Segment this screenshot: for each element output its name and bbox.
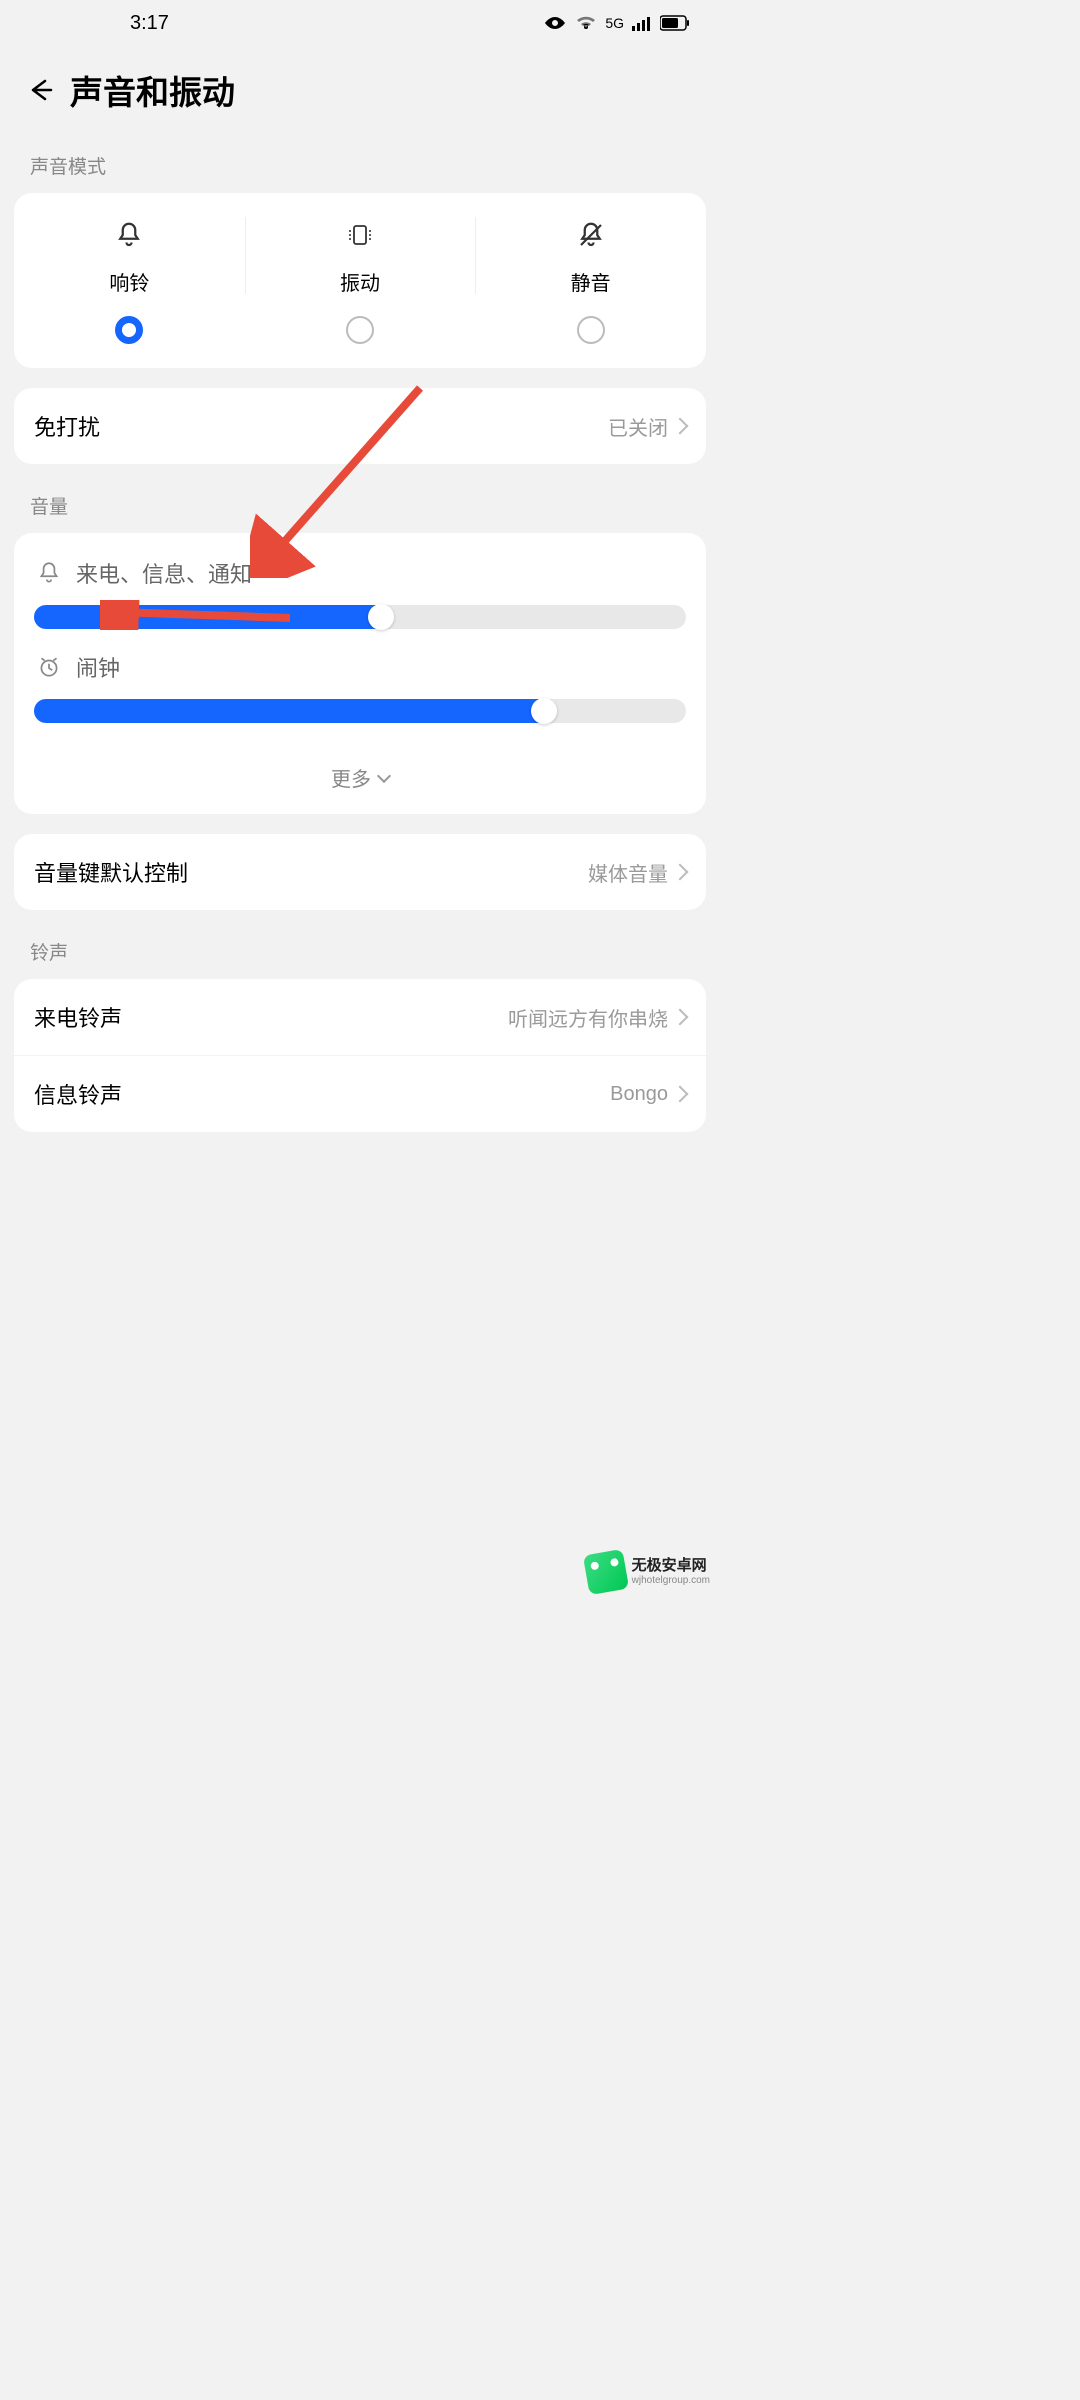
mode-mute[interactable]: 静音 xyxy=(475,217,706,344)
battery-icon xyxy=(660,15,690,31)
sound-mode-card: 响铃 振动 静音 xyxy=(14,193,706,368)
volume-key-value-wrap: 媒体音量 xyxy=(588,858,686,887)
dnd-row[interactable]: 免打扰 已关闭 xyxy=(14,388,706,464)
dnd-card: 免打扰 已关闭 xyxy=(14,388,706,464)
more-label: 更多 xyxy=(331,763,371,792)
status-icons: 5G xyxy=(543,15,690,31)
message-ringtone-row[interactable]: 信息铃声 Bongo xyxy=(14,1055,706,1132)
message-ringtone-title: 信息铃声 xyxy=(34,1078,122,1110)
section-sound-mode-label: 声音模式 xyxy=(0,144,720,193)
dnd-value: 已关闭 xyxy=(608,412,668,441)
slider-thumb[interactable] xyxy=(531,698,557,724)
volume-more-button[interactable]: 更多 xyxy=(34,745,686,810)
volume-key-value: 媒体音量 xyxy=(588,858,668,887)
page-title: 声音和振动 xyxy=(70,66,235,114)
network-type: 5G xyxy=(605,15,624,31)
ringtone-volume-slider[interactable] xyxy=(34,605,686,629)
mode-vibrate-label: 振动 xyxy=(340,267,380,296)
radio-ring[interactable] xyxy=(115,316,143,344)
signal-icon xyxy=(632,15,652,31)
incoming-ringtone-row[interactable]: 来电铃声 听闻远方有你串烧 xyxy=(14,979,706,1055)
watermark-en: wjhotelgroup.com xyxy=(632,1575,710,1586)
ringtone-volume-label: 来电、信息、通知 xyxy=(76,557,252,589)
radio-vibrate[interactable] xyxy=(346,316,374,344)
mode-ring-label: 响铃 xyxy=(109,267,149,296)
bell-icon xyxy=(111,217,147,253)
eye-icon xyxy=(543,15,567,31)
watermark-cn: 无极安卓网 xyxy=(632,1558,710,1575)
volume-key-row[interactable]: 音量键默认控制 媒体音量 xyxy=(14,834,706,910)
status-time: 3:17 xyxy=(130,12,169,35)
volume-card: 来电、信息、通知 闹钟 更多 xyxy=(14,533,706,814)
incoming-ringtone-title: 来电铃声 xyxy=(34,1001,122,1033)
mute-icon xyxy=(573,217,609,253)
wifi-icon xyxy=(575,15,597,31)
bell-outline-icon xyxy=(34,558,64,588)
message-ringtone-value-wrap: Bongo xyxy=(610,1083,686,1106)
radio-mute[interactable] xyxy=(577,316,605,344)
dnd-value-wrap: 已关闭 xyxy=(608,412,686,441)
alarm-volume-label: 闹钟 xyxy=(76,651,120,683)
mode-mute-label: 静音 xyxy=(571,267,611,296)
message-ringtone-value: Bongo xyxy=(610,1083,668,1106)
incoming-ringtone-value: 听闻远方有你串烧 xyxy=(508,1003,668,1032)
chevron-right-icon xyxy=(672,418,689,435)
alarm-volume-label-row: 闹钟 xyxy=(34,651,686,683)
alarm-icon xyxy=(34,652,64,682)
chevron-down-icon xyxy=(377,768,391,782)
header: 声音和振动 xyxy=(0,46,720,144)
slider-thumb[interactable] xyxy=(368,604,394,630)
ringtones-card: 来电铃声 听闻远方有你串烧 信息铃声 Bongo xyxy=(14,979,706,1132)
incoming-ringtone-value-wrap: 听闻远方有你串烧 xyxy=(508,1003,686,1032)
vibrate-icon xyxy=(342,217,378,253)
volume-key-card: 音量键默认控制 媒体音量 xyxy=(14,834,706,910)
section-ringtones-label: 铃声 xyxy=(0,930,720,979)
mode-ring[interactable]: 响铃 xyxy=(14,217,245,344)
status-bar: 3:17 5G xyxy=(0,0,720,46)
mode-vibrate[interactable]: 振动 xyxy=(245,217,476,344)
chevron-right-icon xyxy=(672,864,689,881)
section-volume-label: 音量 xyxy=(0,484,720,533)
back-button[interactable] xyxy=(20,70,60,110)
alarm-volume-slider[interactable] xyxy=(34,699,686,723)
watermark-logo-icon xyxy=(582,1549,628,1595)
chevron-right-icon xyxy=(672,1009,689,1026)
dnd-title: 免打扰 xyxy=(34,410,100,442)
chevron-right-icon xyxy=(672,1086,689,1103)
watermark: 无极安卓网 wjhotelgroup.com xyxy=(586,1552,710,1592)
volume-key-title: 音量键默认控制 xyxy=(34,856,188,888)
ringtone-volume-label-row: 来电、信息、通知 xyxy=(34,557,686,589)
